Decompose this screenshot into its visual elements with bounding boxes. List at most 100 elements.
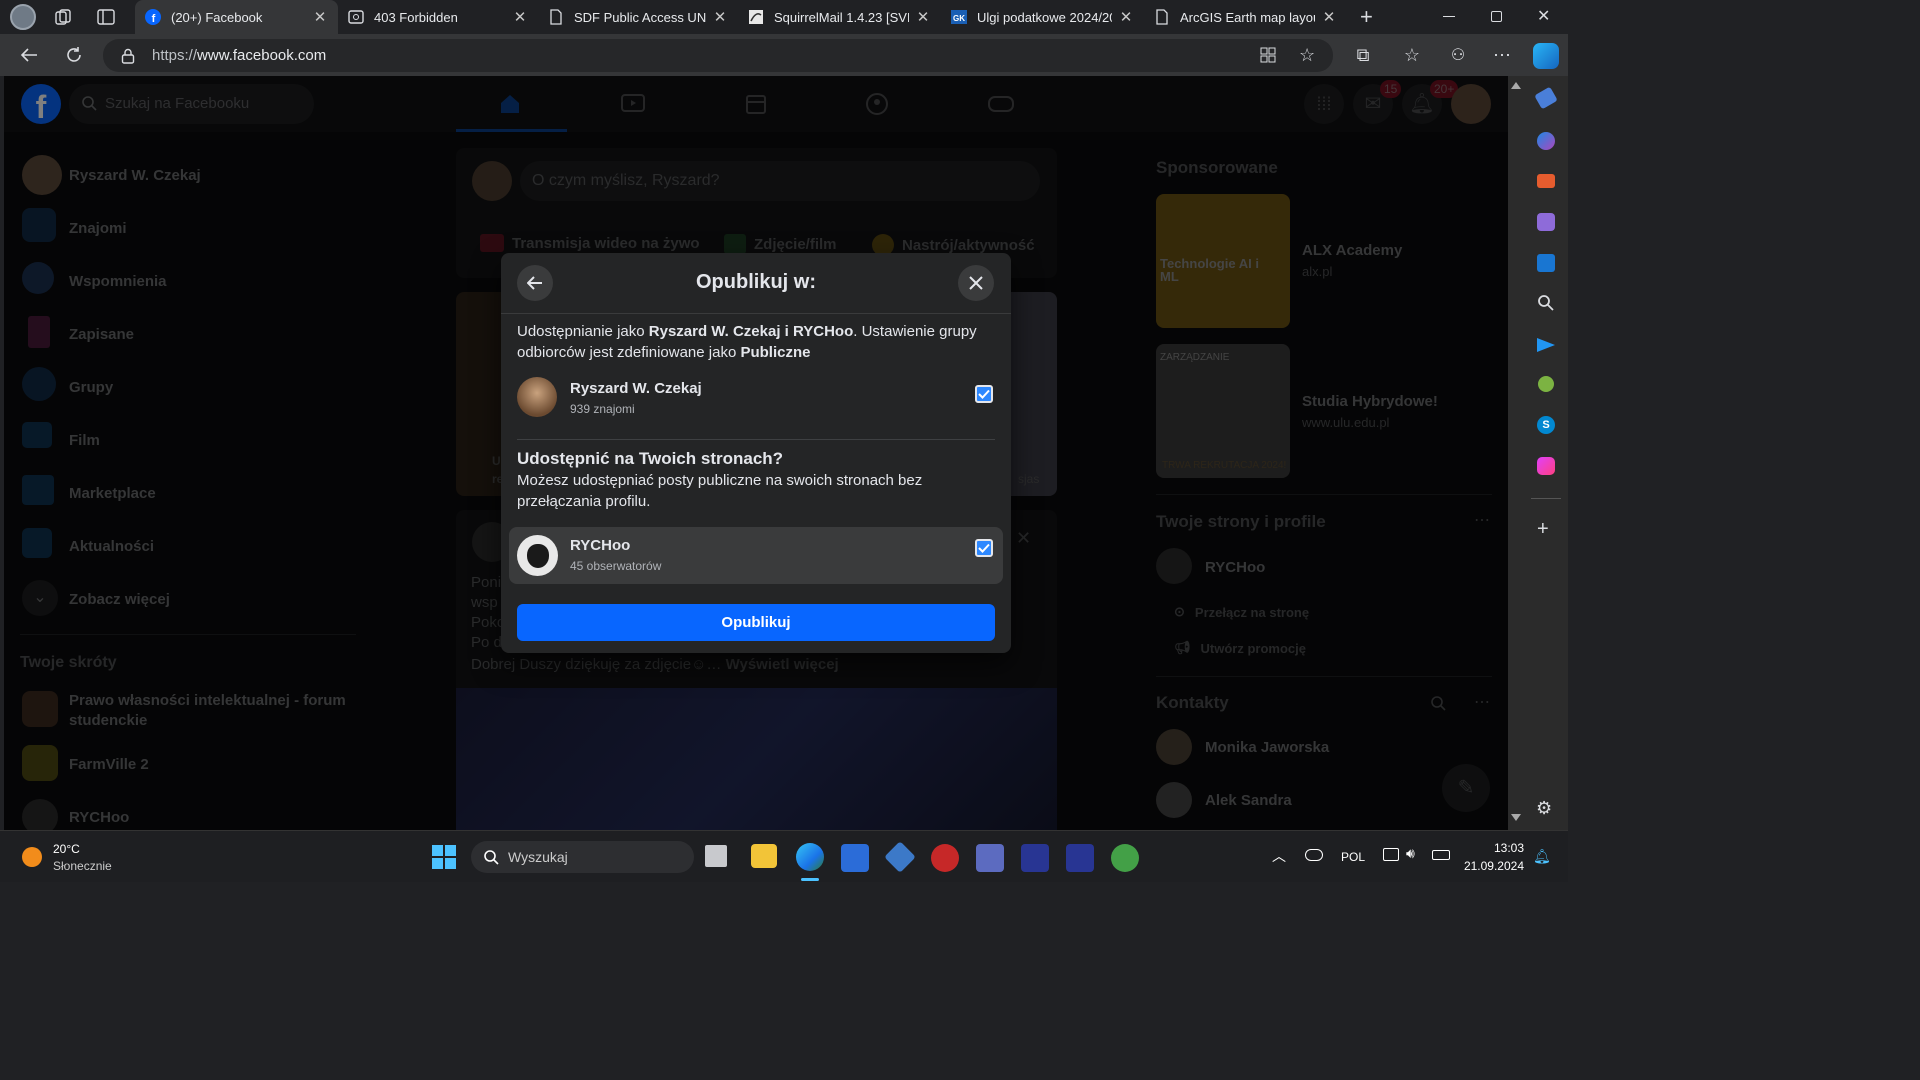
copilot-icon[interactable] <box>1533 43 1559 69</box>
save-disk-icon[interactable] <box>1021 844 1049 872</box>
favorite-star-icon[interactable]: ☆ <box>1299 45 1315 66</box>
profile-avatar <box>517 377 557 417</box>
address-bar[interactable]: https://www.facebook.com ☆ <box>103 39 1333 72</box>
skype-icon[interactable]: S <box>1537 416 1555 434</box>
tab-title: ArcGIS Earth map layout <box>1180 9 1315 25</box>
url-text: https://www.facebook.com <box>152 47 326 64</box>
page-avatar <box>517 535 558 576</box>
sidebar-settings-icon[interactable]: ⚙ <box>1536 798 1552 819</box>
page-checkbox[interactable] <box>975 539 993 557</box>
weather-sun-icon[interactable] <box>22 847 42 867</box>
close-tab-icon[interactable]: ✕ <box>312 8 328 26</box>
start-button[interactable] <box>432 845 456 869</box>
browser-tab[interactable]: ArcGIS Earth map layout ✕ <box>1144 0 1347 34</box>
tree-icon[interactable] <box>1538 376 1554 392</box>
terminal-icon <box>348 9 364 25</box>
squirrelmail-icon <box>748 9 764 25</box>
close-button[interactable] <box>958 265 994 301</box>
browser-tab[interactable]: SDF Public Access UNIX Sy ✕ <box>538 0 738 34</box>
document-icon <box>548 9 564 25</box>
favorites-icon[interactable]: ☆ <box>1397 40 1427 70</box>
scroll-down-arrow[interactable] <box>1511 814 1521 821</box>
document-icon <box>1154 9 1170 25</box>
publish-button-label: Opublikuj <box>721 614 791 631</box>
search-icon <box>483 849 499 865</box>
browser-tab-strip: f (20+) Facebook ✕ 403 Forbidden ✕ SDF P… <box>0 0 1568 34</box>
close-tab-icon[interactable]: ✕ <box>1118 8 1134 26</box>
sharing-intro: Udostępnianie jako Ryszard W. Czekaj i R… <box>517 321 995 363</box>
dialog-header-divider <box>501 313 1011 314</box>
designer-icon[interactable] <box>1537 457 1555 475</box>
profile-avatar[interactable] <box>10 4 36 30</box>
windows-logo-icon <box>432 845 456 869</box>
dialog-title: Opublikuj w: <box>696 271 816 293</box>
notification-bell-icon[interactable]: 🔔︎ <box>1533 848 1551 865</box>
profile-checkbox[interactable] <box>975 385 993 403</box>
url-host: www.facebook.com <box>197 47 327 64</box>
page-name: RYCHoo <box>570 537 631 554</box>
more-menu-icon[interactable]: ⋯ <box>1487 40 1517 70</box>
checkmark-icon <box>978 389 990 399</box>
taskbar-search[interactable]: Wyszukaj <box>471 841 694 873</box>
refresh-icon[interactable] <box>59 40 89 70</box>
browser-tab[interactable]: GK Ulgi podatkowe 2024/202 ✕ <box>941 0 1144 34</box>
checkmark-icon <box>978 543 990 553</box>
store-icon[interactable] <box>841 844 869 872</box>
add-sidebar-icon[interactable]: + <box>1537 519 1549 539</box>
shopping-tag-icon[interactable] <box>1534 86 1558 110</box>
close-tab-icon[interactable]: ✕ <box>512 8 528 26</box>
browser-tab[interactable]: f (20+) Facebook ✕ <box>135 0 338 34</box>
lock-icon[interactable] <box>121 48 135 64</box>
virtualbox-icon[interactable] <box>884 841 916 873</box>
language-indicator[interactable]: POL <box>1341 850 1365 864</box>
app-available-icon[interactable] <box>1260 47 1276 63</box>
clock-date[interactable]: 21.09.2024 <box>1444 859 1524 873</box>
outlook-icon[interactable] <box>1537 254 1555 272</box>
page-scrollbar[interactable] <box>1508 76 1523 830</box>
extensions-icon[interactable]: ⧉ <box>1348 40 1378 70</box>
close-tab-icon[interactable]: ✕ <box>915 8 931 26</box>
search-sidebar-icon[interactable] <box>1537 294 1555 312</box>
network-app-icon[interactable] <box>976 844 1004 872</box>
browser-tab[interactable]: 403 Forbidden ✕ <box>338 0 538 34</box>
app-red-icon[interactable] <box>931 844 959 872</box>
collections-icon[interactable]: ⚇ <box>1443 40 1473 70</box>
globe-app-icon[interactable] <box>1111 844 1139 872</box>
dialog-divider <box>517 439 995 440</box>
show-hidden-icons[interactable]: ︿ <box>1272 846 1286 866</box>
onedrive-icon[interactable] <box>1305 849 1323 861</box>
display-icon[interactable] <box>1383 848 1399 861</box>
close-window-button[interactable]: ✕ <box>1537 6 1550 26</box>
profile-option[interactable]: Ryszard W. Czekaj 939 znajomi <box>509 373 1003 423</box>
restore-button[interactable] <box>1491 11 1502 22</box>
taskbar-search-placeholder: Wyszukaj <box>508 849 568 865</box>
weather-desc[interactable]: Słonecznie <box>53 859 112 873</box>
volume-icon[interactable]: 🔊︎ <box>1406 845 1415 862</box>
minimize-button[interactable] <box>1443 16 1455 17</box>
games-icon[interactable] <box>1537 213 1555 231</box>
edge-icon[interactable] <box>796 843 824 871</box>
send-icon[interactable] <box>1537 338 1555 352</box>
intro-text: Udostępnianie jako <box>517 323 649 340</box>
vertical-tabs-icon[interactable] <box>97 9 115 25</box>
clock-time[interactable]: 13:03 <box>1464 841 1524 855</box>
weather-temp[interactable]: 20°C <box>53 842 80 856</box>
intro-names: Ryszard W. Czekaj i RYCHoo <box>648 323 854 340</box>
task-view-icon[interactable] <box>705 845 727 867</box>
scroll-up-arrow[interactable] <box>1511 82 1521 89</box>
file-explorer-icon[interactable] <box>751 844 777 868</box>
new-tab-button[interactable]: + <box>1360 5 1373 29</box>
sidebar-divider <box>1531 498 1561 499</box>
workspaces-icon[interactable] <box>54 8 72 26</box>
publish-dialog: Opublikuj w: Udostępnianie jako Ryszard … <box>501 253 1011 653</box>
tools-icon[interactable] <box>1537 174 1555 188</box>
browser-tab[interactable]: SquirrelMail 1.4.23 [SVN] ✕ <box>738 0 941 34</box>
save-disk-icon[interactable] <box>1066 844 1094 872</box>
back-icon[interactable] <box>14 40 44 70</box>
close-tab-icon[interactable]: ✕ <box>1321 8 1337 26</box>
tab-title: Ulgi podatkowe 2024/202 <box>977 9 1112 25</box>
publish-button[interactable]: Opublikuj <box>517 604 995 641</box>
close-tab-icon[interactable]: ✕ <box>712 8 728 26</box>
page-option[interactable]: RYCHoo 45 obserwatorów <box>509 527 1003 584</box>
copilot-sidebar-icon[interactable] <box>1537 132 1555 150</box>
